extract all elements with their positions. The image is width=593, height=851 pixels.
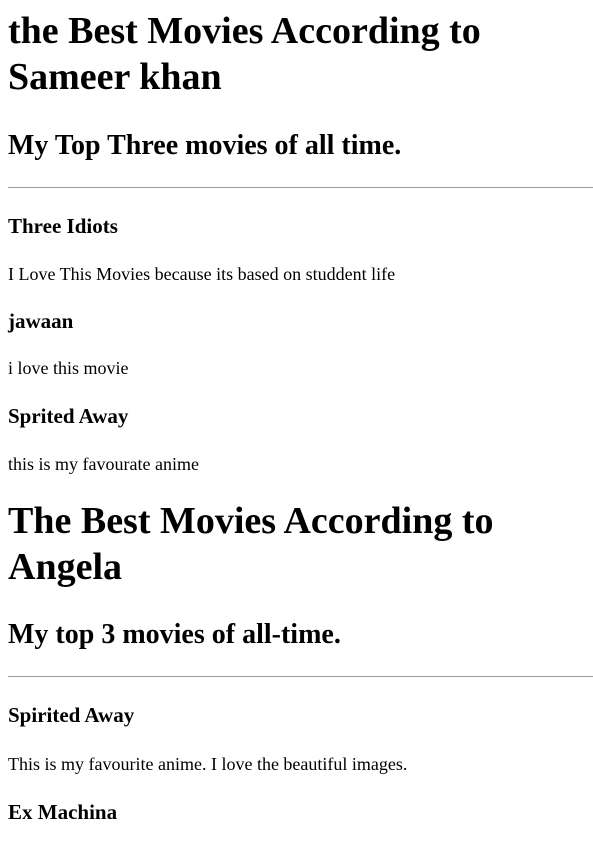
movie-description-three-idiots: I Love This Movies because its based on …	[8, 264, 396, 284]
movie-title-jawaan: jawaan	[8, 309, 74, 333]
movie-description-spirited-away: This is my favourite anime. I love the b…	[8, 754, 408, 774]
movie-title-sprited-away: Sprited Away	[8, 404, 129, 428]
subtitle-angela: My top 3 movies of all-time.	[8, 619, 341, 650]
subtitle-sameer: My Top Three movies of all time.	[8, 130, 402, 161]
movie-title-spirited-away: Spirited Away	[8, 703, 135, 727]
movie-title-ex-machina: Ex Machina	[8, 800, 118, 824]
page-title-angela: The Best Movies According to Angela	[8, 500, 494, 588]
section-divider-sameer	[8, 187, 593, 188]
movie-title-three-idiots: Three Idiots	[8, 214, 118, 238]
web-page: the Best Movies According to Sameer khan…	[0, 0, 593, 851]
movie-description-sprited-away: this is my favourate anime	[8, 454, 199, 474]
section-divider-angela	[8, 676, 593, 677]
page-title-sameer: the Best Movies According to Sameer khan	[8, 10, 481, 98]
movie-description-jawaan: i love this movie	[8, 358, 129, 378]
